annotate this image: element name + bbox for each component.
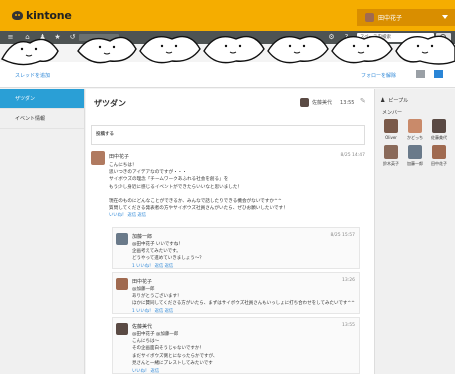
reply-actions[interactable]: 1 いいね！ 返信 返信 xyxy=(132,308,173,314)
reply-card: 佐藤美代 13:55 @田中花子 @加藤一郎 こんにちは～ その企画面白そうじゃ… xyxy=(112,317,360,374)
list-view-icon[interactable] xyxy=(416,70,425,78)
reply-avatar[interactable] xyxy=(116,233,128,245)
member-name: Oliver xyxy=(385,135,397,140)
post-author[interactable]: 田中花子 xyxy=(109,153,129,160)
logo-mark-icon xyxy=(12,11,23,20)
member-name: かどっち xyxy=(407,135,423,140)
reply-author[interactable]: 田中花子 xyxy=(132,278,152,285)
compose-placeholder: 投稿する xyxy=(96,132,114,137)
reply-avatar[interactable] xyxy=(116,323,128,335)
post-time: 8/25 14:47 xyxy=(340,153,365,158)
post-avatar[interactable] xyxy=(91,151,105,165)
star-icon[interactable]: ★ xyxy=(54,34,61,41)
people-label: ピープル xyxy=(388,98,409,104)
member-avatar xyxy=(432,119,446,133)
reply-time: 13:55 xyxy=(342,323,355,328)
chevron-down-icon xyxy=(442,15,448,19)
member-item[interactable]: 佐藤美代 xyxy=(430,119,448,141)
reply-actions[interactable]: いいね！ 返信 xyxy=(132,368,159,374)
space-subheader: スレッドを追加 フォローを解除 xyxy=(0,62,455,88)
gear-icon[interactable]: ⚙ xyxy=(328,34,335,41)
thread-title: ザツダン xyxy=(94,99,126,108)
reply-time: 13:26 xyxy=(342,278,355,283)
breadcrumb[interactable] xyxy=(79,34,119,41)
people-icon: ♟ xyxy=(380,97,386,104)
reply-card: 田中花子 13:26 @加藤一郎 ありがとうございます！ ほかに賛同してくださる… xyxy=(112,272,360,314)
owner-time: 13:55 xyxy=(340,99,355,106)
member-avatar xyxy=(408,119,422,133)
post-actions[interactable]: いいね！ 返信 返信 xyxy=(109,212,146,218)
sidebar-item-zatsudan[interactable]: ザツダン xyxy=(0,89,84,109)
unfollow-link[interactable]: フォローを解除 xyxy=(361,72,396,79)
reply-author[interactable]: 加藤一郎 xyxy=(132,233,152,240)
logo-text: kintone xyxy=(26,9,72,22)
reply-card: 加藤一郎 8/25 15:57 @田中花子 いいですね！ 企画考えてみたいです。… xyxy=(112,227,360,269)
member-name: 加藤一郎 xyxy=(407,161,423,166)
help-icon[interactable]: ? xyxy=(343,34,350,41)
member-item[interactable]: 鈴木英子 xyxy=(382,145,400,167)
member-avatar xyxy=(408,145,422,159)
home-icon[interactable]: ⌂ xyxy=(24,34,31,41)
sidebar-item-event-info[interactable]: イベント情報 xyxy=(0,109,84,129)
nav-bar: ≡ ⌂ ♟ ★ ↺ ⚙ ? スペース内検索 xyxy=(0,31,455,44)
reply-avatar[interactable] xyxy=(116,278,128,290)
owner-name[interactable]: 佐藤美代 xyxy=(312,99,332,106)
reply-body: @田中花子 @加藤一郎 こんにちは～ その企画面白そうじゃないですか！ まだサイ… xyxy=(132,332,218,366)
grid-view-icon[interactable] xyxy=(434,70,443,78)
reply-author[interactable]: 佐藤美代 xyxy=(132,323,152,330)
user-name: 田中花子 xyxy=(378,15,403,22)
thread-owner: 佐藤美代 13:55 xyxy=(300,98,354,107)
member-name: 田中花子 xyxy=(431,161,447,166)
reply-actions[interactable]: 1 いいね！ 返信 返信 xyxy=(132,263,173,269)
member-item[interactable]: Oliver xyxy=(382,119,400,140)
member-item[interactable]: 田中花子 xyxy=(430,145,448,167)
history-icon[interactable]: ↺ xyxy=(69,34,76,41)
owner-avatar xyxy=(300,98,309,107)
people-panel: ♟ ピープル メンバー Oliver かどっち 佐藤美代 鈴木英子 加藤一郎 田… xyxy=(374,89,455,374)
members-label: メンバー xyxy=(382,110,403,116)
search-icon[interactable] xyxy=(436,33,451,42)
people-icon[interactable]: ♟ xyxy=(39,34,46,41)
add-thread-link[interactable]: スレッドを追加 xyxy=(15,72,50,79)
post-body: こんにちは！ 思いつきのアイデアなのですが・・・ サイボウズの理念「チームワーク… xyxy=(109,163,288,212)
compose-box[interactable]: 投稿する xyxy=(91,125,365,145)
member-avatar xyxy=(384,119,398,133)
member-item[interactable]: かどっち xyxy=(406,119,424,141)
search-input[interactable]: スペース内検索 xyxy=(357,33,434,42)
reply-body: @田中花子 いいですね！ 企画考えてみたいです。 どうやって進めていきましょう～… xyxy=(132,242,204,262)
top-header: kintone 田中花子 xyxy=(0,0,455,31)
user-avatar xyxy=(365,13,374,22)
member-avatar xyxy=(432,145,446,159)
people-header: ♟ ピープル xyxy=(380,97,408,104)
thread-main: ザツダン 佐藤美代 13:55 ✎ 投稿する 田中花子 8/25 14:47 こ… xyxy=(86,89,374,374)
member-name: 鈴木英子 xyxy=(383,161,399,166)
reply-body: @加藤一郎 ありがとうございます！ ほかに賛同してくださる方がいたら、まずはサイ… xyxy=(132,287,355,307)
thread-sidebar: ザツダン イベント情報 xyxy=(0,89,85,374)
user-menu-button[interactable]: 田中花子 xyxy=(357,9,455,26)
menu-icon[interactable]: ≡ xyxy=(7,34,14,41)
reply-time: 8/25 15:57 xyxy=(330,233,355,238)
edit-icon[interactable]: ✎ xyxy=(360,98,367,105)
member-item[interactable]: 加藤一郎 xyxy=(406,145,424,167)
member-name: 佐藤美代 xyxy=(431,135,447,140)
member-avatar xyxy=(384,145,398,159)
kintone-logo[interactable]: kintone xyxy=(12,9,72,22)
